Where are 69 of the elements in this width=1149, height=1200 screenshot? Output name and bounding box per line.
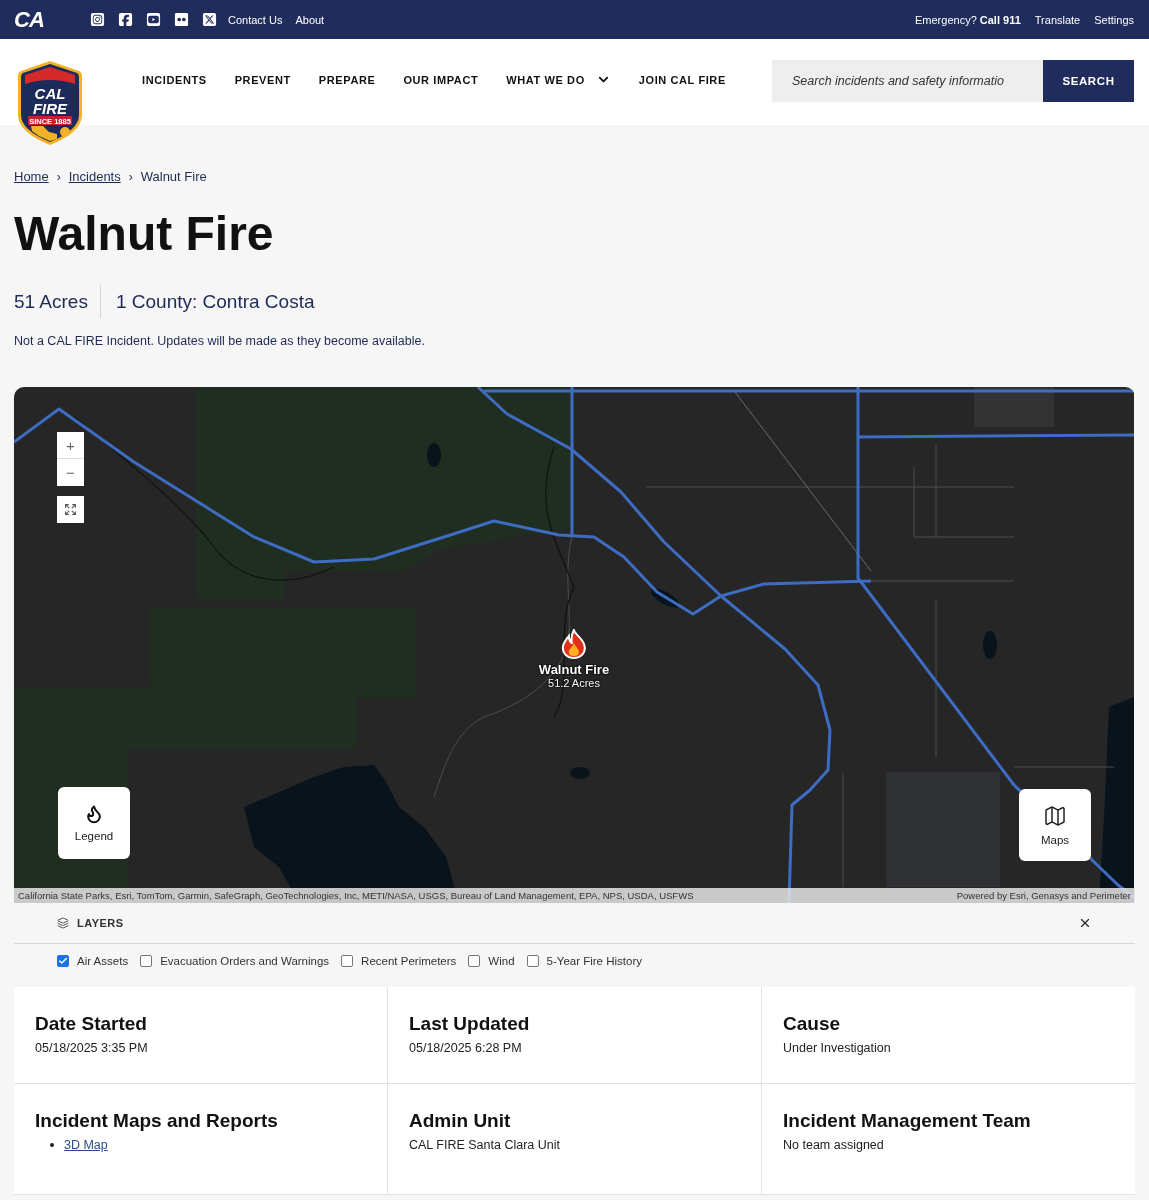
checkbox[interactable]	[341, 954, 354, 967]
top-link[interactable]: Contact Us	[228, 13, 283, 26]
search-button[interactable]: SEARCH	[1043, 60, 1134, 102]
powered-by-text: Powered by Esri, Genasys and Perimeter	[956, 890, 1131, 901]
top-link[interactable]: Translate	[1034, 13, 1081, 26]
top-link[interactable]: About	[295, 13, 325, 26]
nav-link[interactable]: PREVENT	[234, 74, 291, 86]
checkbox[interactable]	[468, 954, 481, 967]
emergency-link[interactable]: Emergency? Call 911	[915, 13, 1021, 26]
layers-icon	[57, 917, 69, 929]
checkbox[interactable]	[526, 954, 539, 967]
card-heading: Admin Unit	[409, 1109, 512, 1133]
youtube-icon[interactable]	[146, 12, 161, 27]
breadcrumb-separator: ›	[128, 170, 133, 184]
fire-icon[interactable]	[561, 629, 587, 659]
page-title: Walnut Fire	[14, 206, 275, 262]
check-icon	[58, 955, 68, 966]
nav-link[interactable]: OUR IMPACT	[403, 74, 479, 86]
top-link[interactable]: Settings	[1094, 13, 1134, 26]
card-heading: Cause	[783, 1012, 842, 1036]
card-heading: Incident Management Team	[783, 1109, 1032, 1133]
checkbox-label[interactable]: Evacuation Orders and Warnings	[160, 954, 330, 967]
incident-stat: 51 Acres	[14, 290, 88, 313]
report-link[interactable]: 3D Map	[64, 1138, 108, 1152]
instagram-icon[interactable]	[90, 12, 105, 27]
card-heading: Date Started	[35, 1012, 148, 1036]
breadcrumb-current: Walnut Fire	[140, 170, 207, 184]
bullet-icon	[50, 1143, 54, 1147]
breadcrumb-link[interactable]: Home	[14, 170, 49, 184]
card-value: 05/18/2025 3:35 PM	[35, 1040, 149, 1056]
flickr-icon[interactable]	[174, 12, 189, 27]
checkbox[interactable]	[57, 954, 69, 967]
card-heading: Last Updated	[409, 1012, 531, 1036]
card-value: 05/18/2025 6:28 PM	[409, 1040, 523, 1056]
nav-link[interactable]: JOIN CAL FIRE	[638, 74, 726, 86]
breadcrumb-link[interactable]: Incidents	[68, 170, 121, 184]
card-value: Under Investigation	[783, 1040, 892, 1056]
card-value: CAL FIRE Santa Clara Unit	[409, 1137, 561, 1153]
checkbox-label[interactable]: 5-Year Fire History	[546, 954, 642, 967]
nav-link[interactable]: INCIDENTS	[142, 74, 207, 86]
card-value: No team assigned	[783, 1137, 885, 1153]
attribution-text: California State Parks, Esri, TomTom, Garmin, SafeGraph, GeoTechnologies, Inc, METI/NASA, USGS, Bureau of Land Management, EPA, NPS, USDA, USFWS	[18, 890, 694, 901]
layers-title: LAYERS	[77, 917, 124, 929]
marker-title: Walnut Fire	[538, 662, 610, 677]
nav-link[interactable]: PREPARE	[318, 74, 376, 86]
close-icon	[1078, 916, 1092, 930]
zoom-button[interactable]: +	[57, 432, 84, 459]
search-field[interactable]: Search incidents and safety informatio	[772, 60, 1043, 102]
legend-button[interactable]: Legend	[58, 787, 130, 859]
breadcrumb-separator: ›	[56, 170, 61, 184]
marker-subtitle: 51.2 Acres	[548, 677, 600, 689]
expand-icon	[64, 503, 77, 516]
checkbox-label[interactable]: Recent Perimeters	[361, 954, 457, 967]
x-logo-icon[interactable]	[202, 12, 217, 27]
checkbox[interactable]	[140, 954, 153, 967]
facebook-icon[interactable]	[118, 12, 133, 27]
card-heading: Incident Maps and Reports	[35, 1109, 279, 1133]
checkbox-label[interactable]: Wind	[488, 954, 515, 967]
flame-icon	[84, 804, 104, 824]
incident-stat: 1 County: Contra Costa	[115, 290, 315, 313]
zoom-button[interactable]: −	[57, 459, 84, 486]
map-icon	[1043, 804, 1067, 828]
fullscreen-button[interactable]	[57, 496, 84, 523]
close-button[interactable]	[1078, 916, 1092, 930]
incident-note: Not a CAL FIRE Incident. Updates will be made as they become available.	[14, 333, 426, 349]
nav-link[interactable]: WHAT WE DO	[506, 73, 611, 87]
checkbox-label[interactable]: Air Assets	[77, 954, 129, 967]
maps-button[interactable]: Maps	[1019, 789, 1091, 861]
site-logo[interactable]: CA	[14, 7, 54, 32]
